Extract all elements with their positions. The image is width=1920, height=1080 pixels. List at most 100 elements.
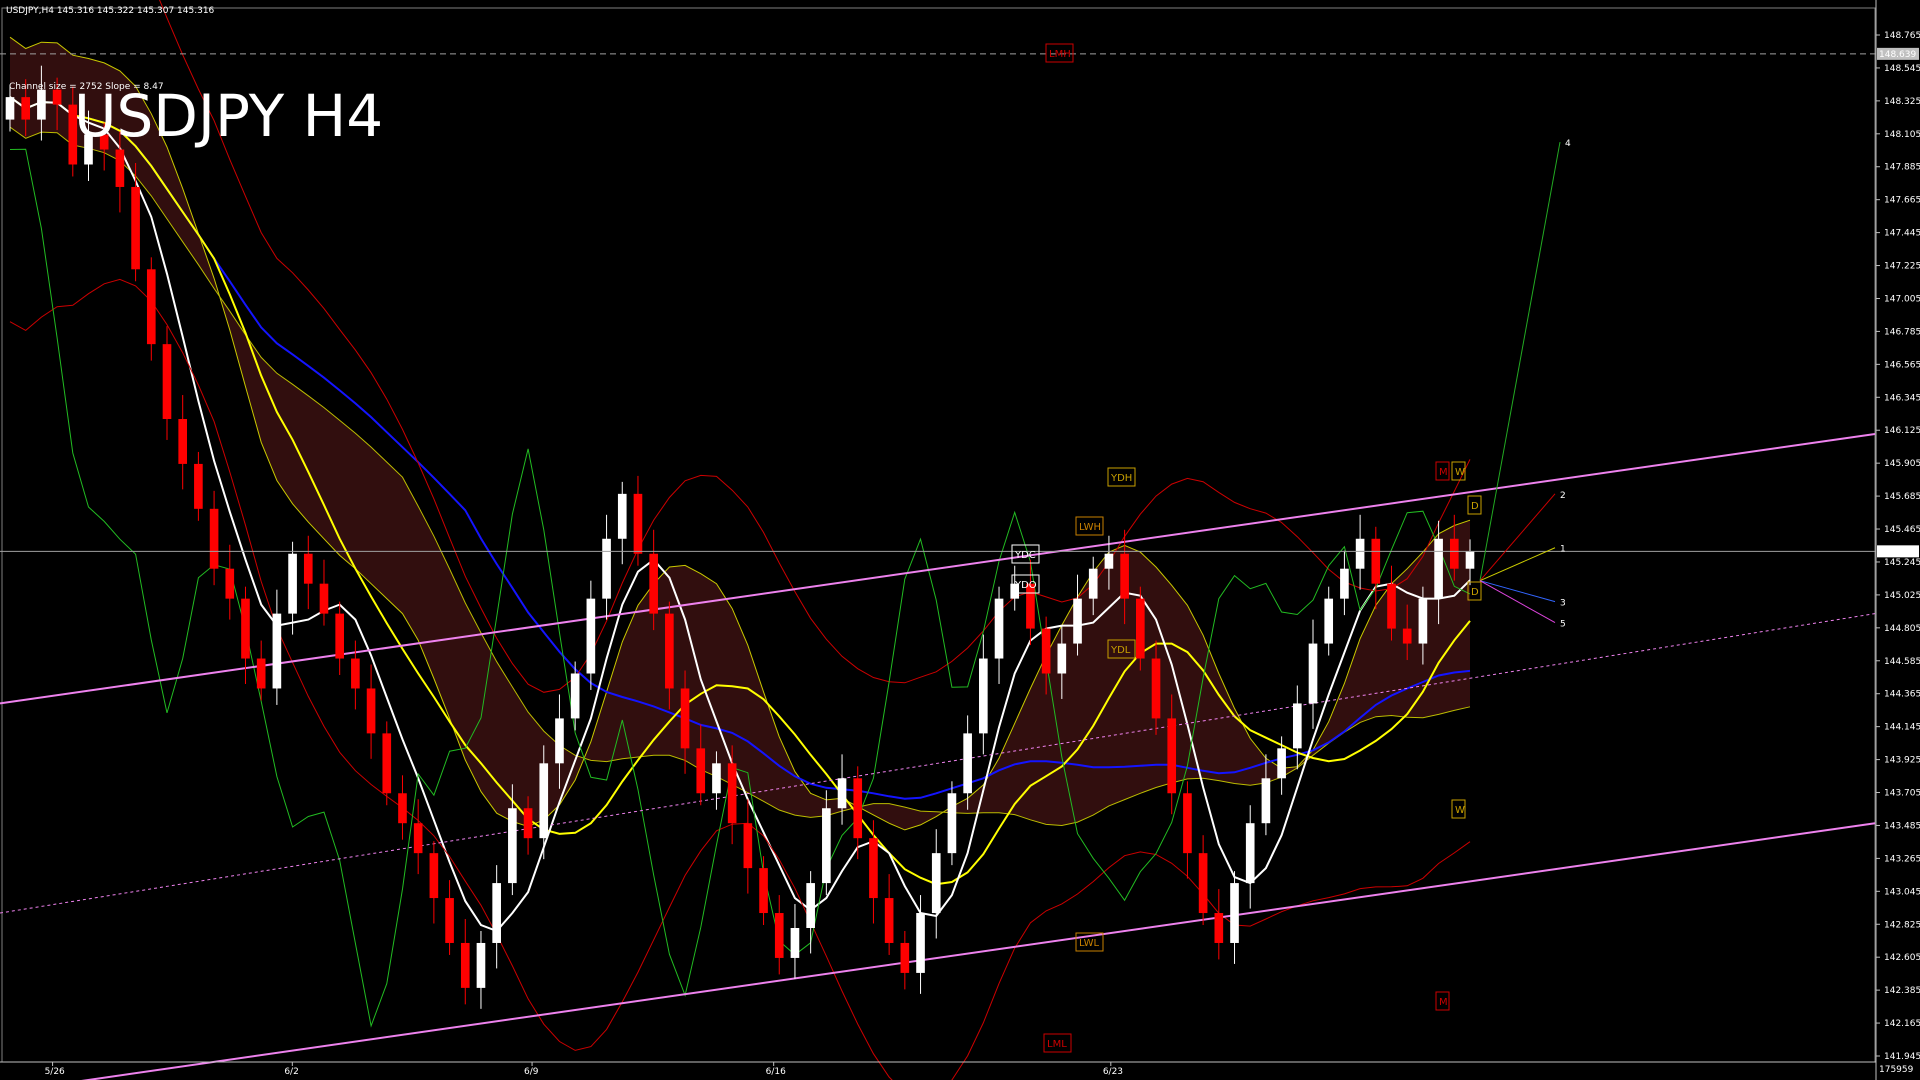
level-label-box: LML xyxy=(1043,1033,1072,1053)
y-tick-label: 144.145 xyxy=(1884,723,1920,733)
candle[interactable] xyxy=(1183,781,1192,879)
candle[interactable] xyxy=(194,451,203,521)
candle-body xyxy=(1167,718,1177,794)
candle[interactable] xyxy=(288,541,297,635)
candle-body xyxy=(162,344,172,419)
candle-body xyxy=(382,733,392,794)
candle[interactable] xyxy=(790,904,800,979)
projection-label: 1 xyxy=(1560,545,1566,555)
candle-body xyxy=(335,613,344,659)
candle-body xyxy=(1402,628,1412,644)
candle[interactable] xyxy=(319,559,329,626)
candle[interactable] xyxy=(633,475,643,566)
candle[interactable] xyxy=(979,634,988,755)
candle-body xyxy=(241,598,250,659)
y-tick-label: 145.245 xyxy=(1884,558,1920,568)
price-axis: 148.765 148.545 148.325 148.105 147.885 147.6… xyxy=(1875,0,1920,1080)
candle[interactable] xyxy=(476,930,486,1009)
candle[interactable] xyxy=(1292,685,1302,770)
level-text: W xyxy=(1455,467,1465,478)
candle[interactable] xyxy=(1324,586,1334,656)
candle-body xyxy=(633,493,643,554)
candle[interactable] xyxy=(225,544,235,620)
candle[interactable] xyxy=(586,580,596,690)
y-tick-label: 142.385 xyxy=(1884,986,1920,996)
candle[interactable] xyxy=(460,919,470,1005)
y-tick-label: 146.125 xyxy=(1884,426,1920,436)
candle[interactable] xyxy=(351,640,360,710)
candle-body xyxy=(413,823,423,854)
candle[interactable] xyxy=(256,640,266,701)
candle-body xyxy=(1230,883,1239,943)
candle[interactable] xyxy=(162,326,172,440)
candle[interactable] xyxy=(900,930,910,990)
candle[interactable] xyxy=(916,895,925,994)
candle[interactable] xyxy=(272,589,282,705)
candle-body xyxy=(916,913,925,973)
candle[interactable] xyxy=(1355,514,1365,590)
candle[interactable] xyxy=(303,535,313,610)
candle[interactable] xyxy=(146,257,156,361)
candle[interactable] xyxy=(1026,559,1035,646)
candle[interactable] xyxy=(759,856,768,926)
candle-body xyxy=(743,823,753,869)
candle[interactable] xyxy=(931,829,941,939)
candle[interactable] xyxy=(947,781,957,866)
candle[interactable] xyxy=(209,490,219,586)
candle[interactable] xyxy=(774,895,784,975)
candle-body xyxy=(822,808,831,884)
candle[interactable] xyxy=(1230,871,1239,964)
candle-body xyxy=(256,658,266,689)
candle[interactable] xyxy=(1308,619,1318,729)
y-tick-label: 147.445 xyxy=(1884,229,1920,239)
projection: 2 xyxy=(1479,491,1566,582)
candle[interactable] xyxy=(837,754,847,825)
level-label-box: M xyxy=(1435,991,1450,1011)
level-label-box: W xyxy=(1451,799,1466,819)
candle[interactable] xyxy=(1136,586,1145,671)
candle[interactable] xyxy=(1371,526,1381,610)
candle[interactable] xyxy=(1198,835,1208,926)
candle[interactable] xyxy=(1245,805,1255,909)
candle[interactable] xyxy=(869,820,878,924)
y-tick-label: 144.585 xyxy=(1884,657,1920,667)
candle[interactable] xyxy=(1277,736,1286,795)
level-text: YDL xyxy=(1110,645,1131,656)
candle[interactable] xyxy=(382,721,392,806)
candle[interactable] xyxy=(429,841,439,924)
candle[interactable] xyxy=(602,514,611,620)
projection-line xyxy=(1479,580,1556,603)
candle[interactable] xyxy=(884,874,894,955)
candle-body xyxy=(774,913,784,958)
candle[interactable] xyxy=(806,871,815,954)
candle[interactable] xyxy=(743,799,753,894)
candle[interactable] xyxy=(131,162,140,282)
candle[interactable] xyxy=(617,481,627,565)
level-label-box: YDO xyxy=(1011,574,1040,594)
candles[interactable] xyxy=(5,65,1475,1009)
y-tick-label: 144.805 xyxy=(1884,624,1920,634)
candle[interactable] xyxy=(398,775,407,840)
y-tick-label: 145.905 xyxy=(1884,459,1920,469)
candle-body xyxy=(288,553,297,614)
candle[interactable] xyxy=(178,395,188,490)
candle-body xyxy=(1088,568,1098,599)
candle[interactable] xyxy=(1214,889,1224,960)
candle-body xyxy=(1371,538,1381,584)
candle[interactable] xyxy=(335,601,344,675)
level-text: D xyxy=(1471,587,1479,598)
candle[interactable] xyxy=(1073,574,1082,656)
candle-body xyxy=(712,763,721,794)
candle[interactable] xyxy=(366,664,376,759)
level-text: M xyxy=(1439,997,1448,1008)
candle[interactable] xyxy=(413,799,423,875)
candle-body xyxy=(1449,538,1459,569)
candle[interactable] xyxy=(994,586,1004,684)
candle[interactable] xyxy=(492,865,501,969)
y-tick-label: 147.665 xyxy=(1884,196,1920,206)
x-tick-label: 6/2 xyxy=(284,1067,298,1077)
candle[interactable] xyxy=(445,880,454,955)
y-tick-label: 145.025 xyxy=(1884,591,1920,601)
candle-body xyxy=(617,493,627,539)
price-chart[interactable]: LMHYDHLWHYDCYDOYDLLWLLMLM WDDWM42135 148.… xyxy=(0,0,1920,1080)
